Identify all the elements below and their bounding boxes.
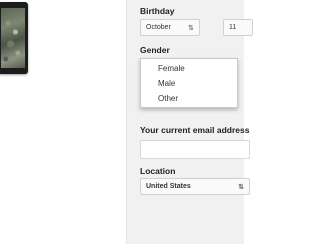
gender-option-female[interactable]: Female	[158, 64, 185, 73]
location-value: United States	[146, 183, 191, 190]
email-label: Your current email address	[140, 125, 250, 135]
device-screen-image	[1, 8, 25, 68]
select-arrows-icon: ⇅	[238, 184, 244, 191]
birth-day-field[interactable]: 11	[223, 19, 253, 36]
birthday-label: Birthday	[140, 6, 175, 16]
tablet-device-image	[0, 2, 28, 74]
birth-day-value: 11	[229, 24, 237, 31]
gender-dropdown-menu: Female Male Other	[140, 58, 238, 108]
email-input[interactable]	[140, 140, 250, 159]
location-label: Location	[140, 166, 176, 176]
select-arrows-icon: ⇅	[188, 25, 194, 32]
signup-form: Birthday October ⇅ 11 Gender Your curren…	[126, 0, 253, 244]
gender-label: Gender	[140, 45, 170, 55]
birth-month-select[interactable]: October ⇅	[140, 19, 200, 36]
gender-option-male[interactable]: Male	[158, 79, 175, 88]
location-select[interactable]: United States ⇅	[140, 178, 250, 195]
product-showcase	[0, 0, 126, 244]
gender-option-other[interactable]: Other	[158, 94, 178, 103]
birth-month-value: October	[146, 24, 171, 31]
